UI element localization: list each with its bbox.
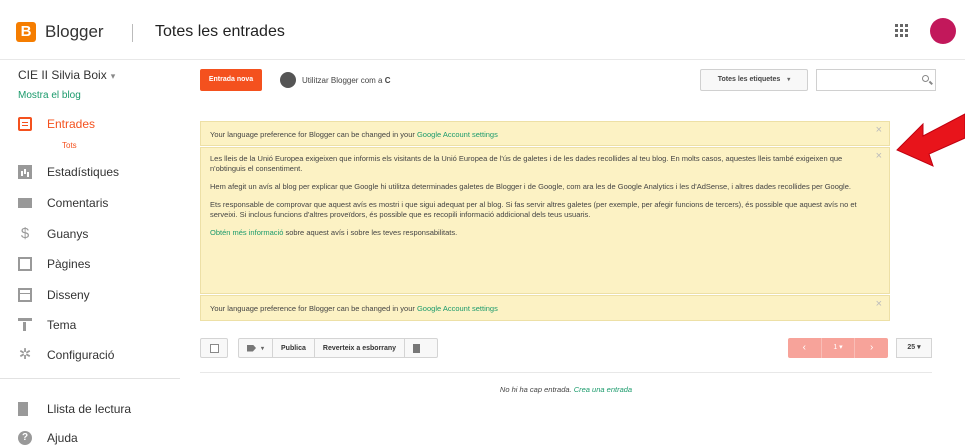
- cookie-notice-more: Obtén més informació sobre aquest avís i…: [210, 228, 860, 238]
- sidebar-item-pages[interactable]: Pàgines: [18, 254, 90, 274]
- gear-icon: ✲: [18, 346, 32, 363]
- top-bar: B Blogger Totes les entrades: [0, 0, 965, 60]
- tag-icon: [247, 344, 256, 352]
- language-notice: Your language preference for Blogger can…: [200, 121, 890, 146]
- prev-page-button[interactable]: ‹: [788, 338, 821, 358]
- create-post-link[interactable]: Crea una entrada: [574, 385, 632, 394]
- sidebar-item-label: Configuració: [47, 348, 115, 362]
- sidebar-item-stats[interactable]: Estadístiques: [18, 162, 119, 182]
- close-icon[interactable]: ×: [876, 299, 882, 310]
- blogger-logo-icon[interactable]: B: [16, 22, 36, 42]
- sidebar-item-label: Disseny: [47, 288, 90, 302]
- cookie-notice: Les lleis de la Unió Europea exigeixen q…: [200, 147, 890, 294]
- publish-button[interactable]: Publica: [273, 339, 315, 357]
- chevron-down-icon: ▾: [787, 77, 791, 83]
- comment-icon: [18, 198, 32, 208]
- delete-button[interactable]: [405, 339, 428, 357]
- language-notice-text: Your language preference for Blogger can…: [210, 304, 415, 313]
- header-divider: [132, 24, 133, 42]
- sidebar-item-help[interactable]: ? Ajuda: [18, 428, 78, 446]
- sidebar-item-label: Tema: [47, 318, 77, 332]
- cookie-notice-paragraph: Les lleis de la Unió Europea exigeixen q…: [210, 154, 843, 173]
- sidebar-divider: [0, 378, 180, 379]
- revert-to-draft-button[interactable]: Reverteix a esborrany: [315, 339, 406, 357]
- list-divider: [200, 372, 932, 373]
- google-avatar: [280, 72, 296, 88]
- google-account-settings-link[interactable]: Google Account settings: [417, 304, 498, 313]
- pagination: ‹ 1 ▾ ›: [788, 338, 888, 358]
- use-blogger-as-suffix: C: [384, 75, 391, 85]
- sidebar-item-posts[interactable]: Entrades: [18, 114, 95, 134]
- close-icon[interactable]: ×: [876, 125, 882, 136]
- sidebar-item-label: Pàgines: [47, 257, 91, 271]
- page-selector[interactable]: 1 ▾: [820, 338, 856, 358]
- bookmark-icon: [18, 402, 28, 416]
- blog-name: CIE II Silvia Boix: [18, 68, 107, 82]
- posts-icon: [18, 117, 32, 131]
- theme-icon: [18, 318, 32, 332]
- language-notice-text: Your language preference for Blogger can…: [210, 130, 415, 139]
- sidebar-item-label: Guanys: [47, 227, 89, 241]
- chevron-down-icon: ▾: [110, 71, 116, 81]
- search-input[interactable]: [816, 69, 936, 91]
- close-icon[interactable]: ×: [876, 151, 882, 162]
- sidebar-item-label: Entrades: [47, 117, 96, 131]
- pages-icon: [18, 257, 32, 271]
- sidebar-subitem-all[interactable]: Tots: [62, 141, 77, 150]
- trash-icon: [413, 343, 421, 353]
- new-post-button[interactable]: Entrada nova: [200, 69, 262, 91]
- sidebar-item-comments[interactable]: Comentaris: [18, 193, 108, 213]
- sidebar-item-reading-list[interactable]: Llista de lectura: [18, 399, 131, 419]
- empty-state: No hi ha cap entrada. Crea una entrada: [200, 385, 932, 394]
- learn-more-text: sobre aquest avís i sobre les teves resp…: [285, 228, 458, 237]
- google-account-settings-link[interactable]: Google Account settings: [417, 130, 498, 139]
- use-blogger-as[interactable]: Utilitzar Blogger com a C: [280, 70, 391, 90]
- use-blogger-as-label: Utilitzar Blogger com a: [302, 75, 383, 85]
- help-icon: ?: [18, 431, 32, 445]
- checkbox[interactable]: [210, 344, 219, 353]
- sidebar-item-label: Llista de lectura: [47, 402, 132, 416]
- sidebar-item-label: Estadístiques: [47, 165, 120, 179]
- select-all-checkbox[interactable]: [200, 338, 228, 358]
- language-notice: Your language preference for Blogger can…: [200, 295, 890, 321]
- sidebar-item-settings[interactable]: ✲ Configuració: [18, 345, 115, 365]
- view-blog-link[interactable]: Mostra el blog: [18, 90, 81, 101]
- labels-dropdown[interactable]: Totes les etiquetes ▾: [700, 69, 808, 91]
- brand-name[interactable]: Blogger: [45, 22, 104, 42]
- page-title: Totes les entrades: [155, 23, 285, 40]
- chevron-down-icon: ▾: [261, 345, 265, 352]
- label-menu-button[interactable]: ▾: [239, 339, 274, 357]
- stats-icon: [18, 165, 32, 179]
- dollar-icon: $: [20, 225, 30, 242]
- layout-icon: [18, 288, 32, 302]
- labels-dropdown-label: Totes les etiquetes: [717, 76, 781, 83]
- sidebar-item-theme[interactable]: Tema: [18, 315, 76, 335]
- learn-more-link[interactable]: Obtén més informació: [210, 228, 283, 237]
- post-actions-group: ▾ Publica Reverteix a esborrany: [238, 338, 438, 358]
- empty-state-text: No hi ha cap entrada.: [499, 385, 572, 394]
- cookie-notice-paragraph: Ets responsable de comprovar que aquest …: [210, 200, 857, 219]
- search-icon[interactable]: [922, 75, 929, 82]
- account-avatar[interactable]: [930, 18, 956, 44]
- cookie-notice-paragraph: Hem afegit un avís al blog per explicar …: [210, 182, 851, 191]
- blog-selector[interactable]: CIE II Silvia Boix ▾: [18, 68, 115, 82]
- sidebar: CIE II Silvia Boix ▾ Mostra el blog Entra…: [0, 60, 180, 446]
- apps-grid-icon[interactable]: [895, 24, 909, 38]
- sidebar-item-earnings[interactable]: $ Guanys: [18, 224, 89, 244]
- sidebar-item-layout[interactable]: Disseny: [18, 285, 90, 305]
- sidebar-item-label: Comentaris: [47, 196, 109, 210]
- next-page-button[interactable]: ›: [855, 338, 888, 358]
- annotation-arrow-icon: [896, 113, 965, 167]
- sidebar-item-label: Ajuda: [47, 431, 78, 445]
- main-content: Entrada nova Utilitzar Blogger com a C T…: [190, 60, 940, 446]
- per-page-select[interactable]: 25 ▾: [896, 338, 932, 358]
